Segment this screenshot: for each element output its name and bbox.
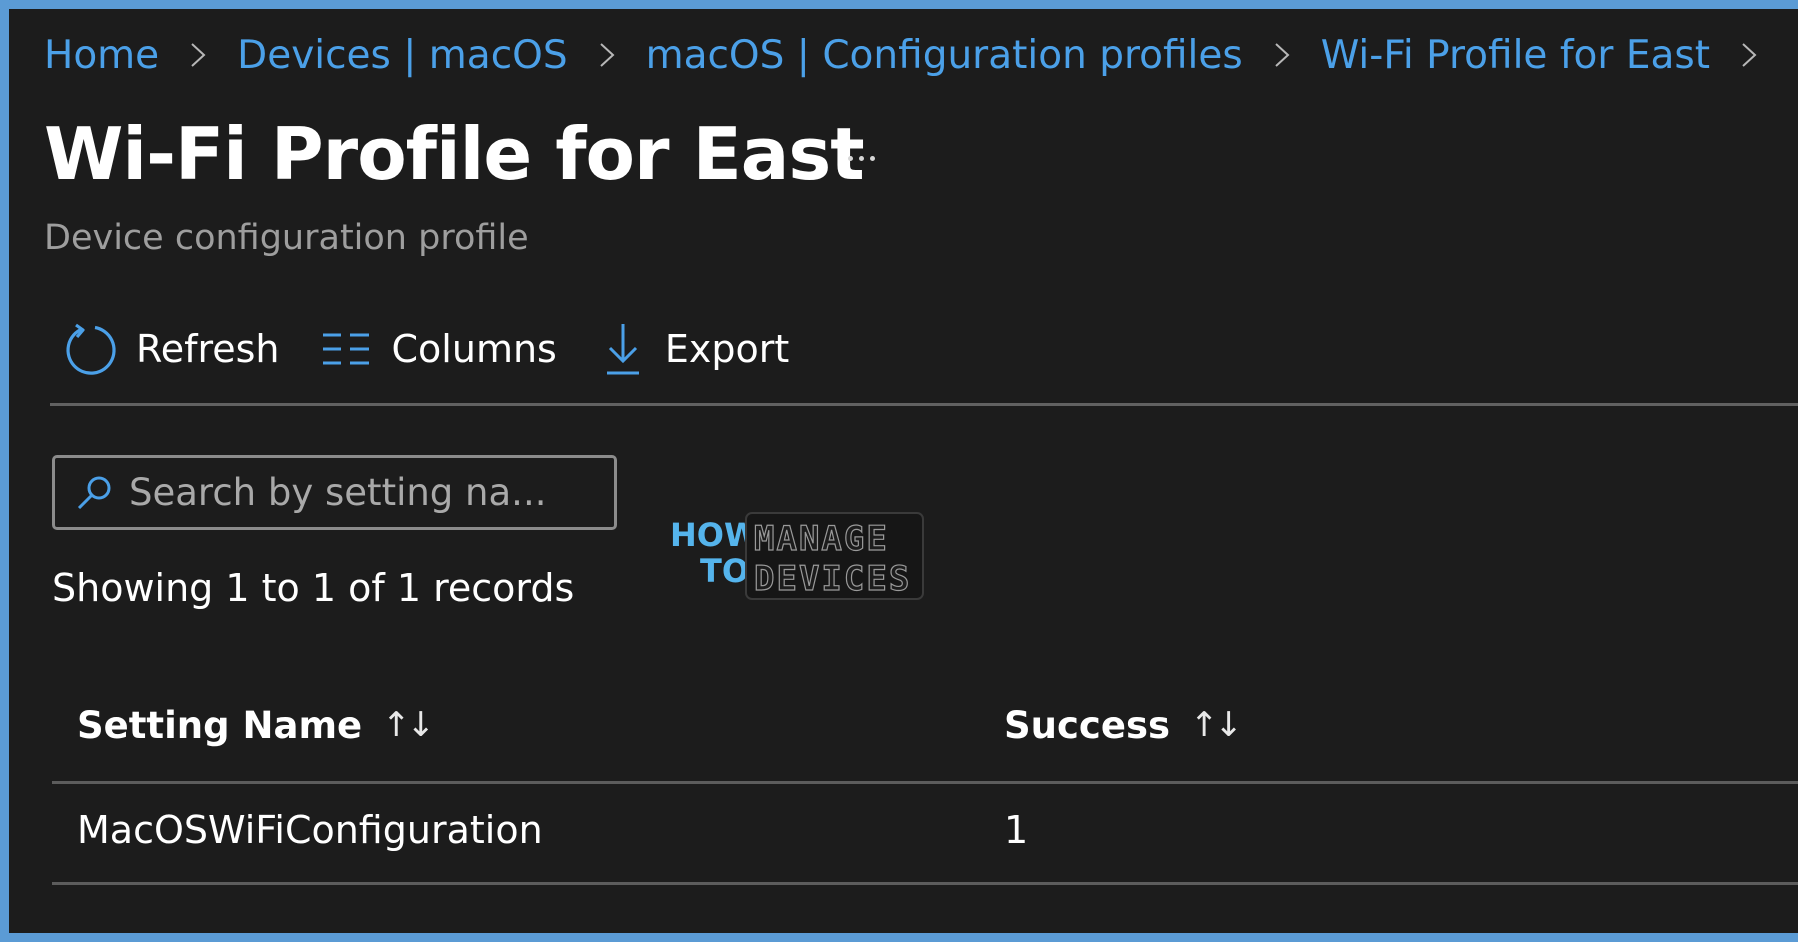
chevron-right-icon <box>189 40 207 70</box>
svg-text:MANAGE: MANAGE <box>754 519 889 559</box>
download-icon <box>606 324 639 375</box>
divider <box>50 403 1798 406</box>
records-count: Showing 1 to 1 of 1 records <box>52 566 575 610</box>
search-input[interactable] <box>129 471 589 514</box>
column-header-label: Setting Name <box>77 703 363 747</box>
cell-success: 1 <box>1004 808 1029 852</box>
export-label: Export <box>664 327 790 371</box>
column-header-setting-name[interactable]: Setting Name ↑↓ <box>77 700 435 750</box>
page-subtitle: Device configuration profile <box>44 218 529 258</box>
refresh-icon <box>66 323 116 375</box>
export-button[interactable]: Export <box>605 316 789 382</box>
refresh-button[interactable]: Refresh <box>62 316 280 382</box>
breadcrumb: Home Devices | macOS macOS | Configurati… <box>44 26 1788 84</box>
chevron-right-icon <box>1273 40 1291 70</box>
cell-setting-name: MacOSWiFiConfiguration <box>77 808 543 852</box>
search-box[interactable] <box>52 455 617 530</box>
column-header-success[interactable]: Success ↑↓ <box>1004 700 1243 750</box>
chevron-right-icon <box>1740 40 1758 70</box>
sort-icon[interactable]: ↑↓ <box>382 705 435 745</box>
page-title: Wi-Fi Profile for East <box>44 112 865 196</box>
columns-icon <box>322 333 369 365</box>
breadcrumb-devices-macos[interactable]: Devices | macOS <box>237 33 567 78</box>
search-icon <box>77 476 111 509</box>
breadcrumb-home[interactable]: Home <box>44 33 159 78</box>
svg-text:TO: TO <box>700 552 749 590</box>
breadcrumb-configuration-profiles[interactable]: macOS | Configuration profiles <box>646 33 1243 78</box>
table-row[interactable]: MacOSWiFiConfiguration 1 <box>52 784 1798 882</box>
ellipsis-icon[interactable] <box>836 138 886 178</box>
profile-page: Home Devices | macOS macOS | Configurati… <box>0 0 1798 942</box>
columns-label: Columns <box>391 327 557 371</box>
column-header-label: Success <box>1004 703 1170 747</box>
columns-button[interactable]: Columns <box>322 316 557 382</box>
watermark-logo: HOW TO MANAGE DEVICES <box>670 512 924 600</box>
table-row-divider <box>52 882 1798 885</box>
refresh-label: Refresh <box>136 327 280 371</box>
sort-icon[interactable]: ↑↓ <box>1190 705 1243 745</box>
chevron-right-icon <box>598 40 616 70</box>
toolbar: Refresh Columns Export <box>62 316 789 382</box>
breadcrumb-wifi-profile[interactable]: Wi-Fi Profile for East <box>1321 33 1710 78</box>
svg-text:DEVICES: DEVICES <box>754 559 911 599</box>
